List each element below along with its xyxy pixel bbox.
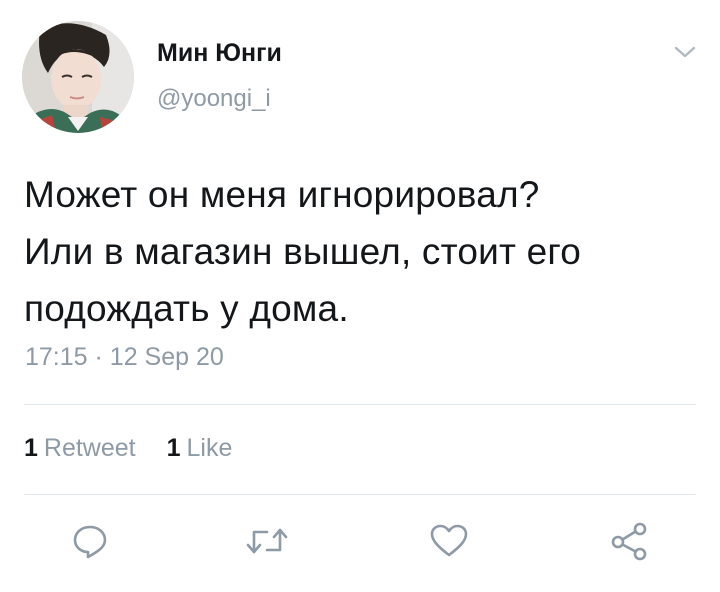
retweets-label: Retweet [43,434,136,462]
share-button[interactable] [606,518,652,564]
tweet-text: Может он меня игнорировал? Или в магазин… [24,166,704,337]
user-handle[interactable]: @yoongi_i [157,85,271,113]
timestamp-separator: · [94,343,103,371]
reply-button[interactable] [67,518,113,564]
retweet-icon [246,528,288,554]
tweet-text-line: подождать у дома. [24,288,349,329]
likes-label: Like [186,434,233,462]
heart-icon [430,524,468,557]
reply-icon [73,525,107,559]
engagement-stats: 1 Retweet 1 Like [24,434,256,463]
action-bar [0,518,720,568]
tweet-text-line: Может он меня игнорировал? [24,174,540,215]
tweet-text-line: Или в магазин вышел, стоит его [24,231,582,272]
retweet-button[interactable] [244,518,290,564]
likes-count: 1 [166,434,181,462]
avatar[interactable] [22,21,134,133]
timestamp[interactable]: 17:15 · 12 Sep 20 [25,343,224,372]
retweets-stat[interactable]: 1 Retweet [24,434,136,463]
tweet-date: 12 Sep 20 [109,343,224,371]
divider [24,404,696,405]
display-name[interactable]: Мин Юнги [157,39,282,68]
tweet-card: Мин Юнги @yoongi_i Может он меня игнорир… [0,0,720,592]
divider [24,494,696,495]
share-icon [611,522,647,561]
likes-stat[interactable]: 1 Like [167,434,233,463]
chevron-down-icon[interactable] [672,42,698,62]
tweet-time: 17:15 [25,343,88,371]
retweets-count: 1 [24,434,38,462]
like-button[interactable] [426,518,472,564]
